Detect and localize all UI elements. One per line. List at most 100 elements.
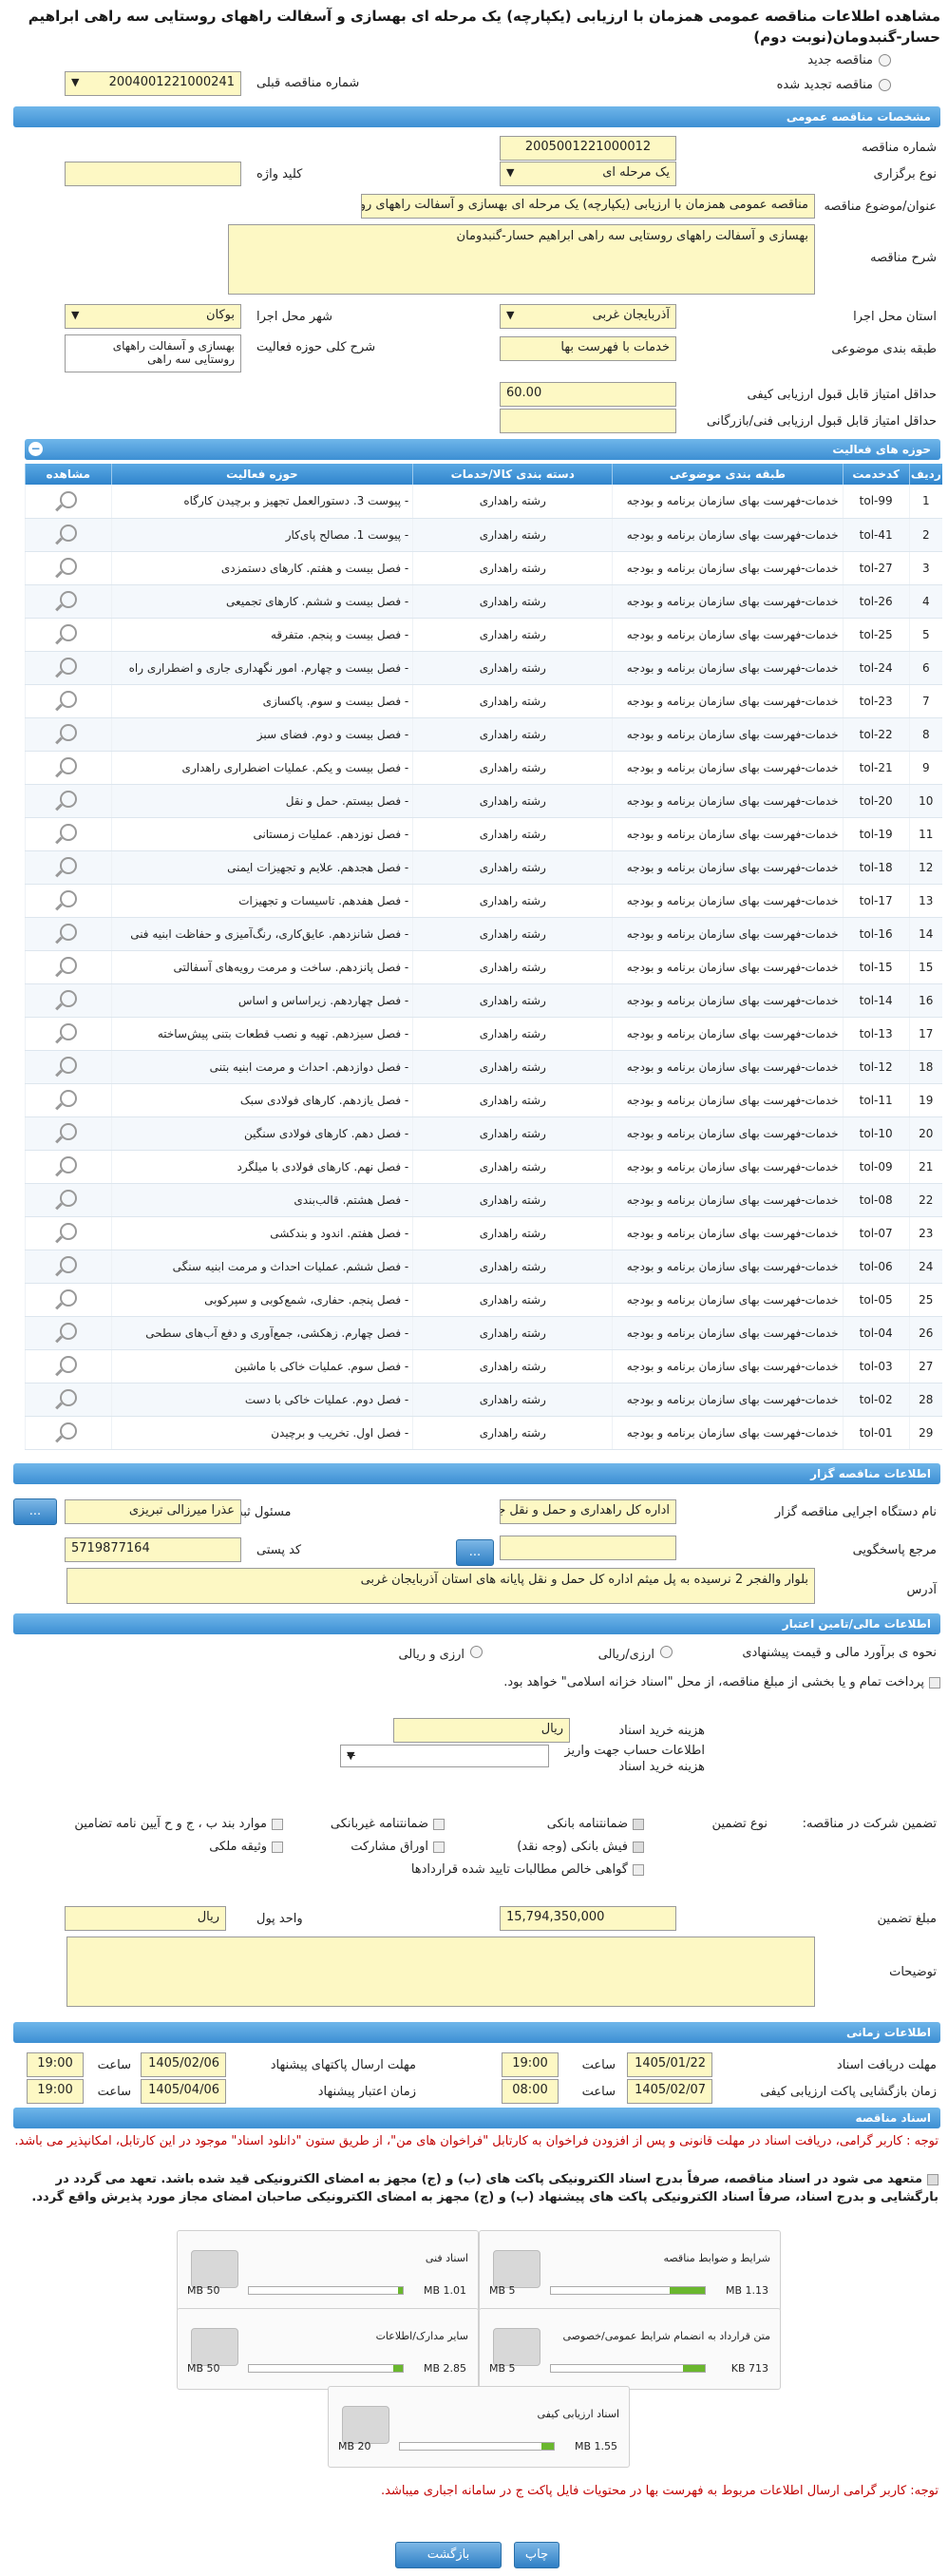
currency-field[interactable]: ریال — [65, 1906, 226, 1931]
magnifier-icon[interactable] — [59, 1422, 77, 1440]
open-time-field[interactable]: 08:00 — [502, 2079, 559, 2104]
postal-field[interactable]: 5719877164 — [65, 1537, 241, 1562]
guarantee-nonbank[interactable]: ضمانتنامه غیربانکی — [331, 1817, 445, 1831]
magnifier-icon[interactable] — [59, 1057, 77, 1074]
document-file-tile[interactable]: اسناد ارزیابی کیفی 1.55 MB 20 MB — [328, 2386, 630, 2468]
send-date-field[interactable]: 1405/02/06 — [141, 2052, 226, 2077]
magnifier-icon[interactable] — [59, 558, 77, 575]
guarantee-property[interactable]: وثیقه ملکی — [209, 1840, 283, 1854]
radio-circle[interactable] — [470, 1646, 483, 1658]
checkbox[interactable] — [272, 1818, 283, 1830]
magnifier-icon[interactable] — [59, 591, 77, 608]
back-button[interactable]: بازگشت — [395, 2542, 502, 2568]
collapse-icon[interactable]: − — [28, 442, 43, 456]
magnifier-icon[interactable] — [59, 990, 77, 1007]
magnifier-icon[interactable] — [59, 791, 77, 808]
magnifier-icon[interactable] — [59, 1356, 77, 1373]
officer-field[interactable]: عذرا میرزالی تبریزی — [65, 1499, 241, 1524]
document-file-tile[interactable]: متن قرارداد به انضمام شرایط عمومی/خصوصی 7… — [479, 2308, 781, 2390]
acct-select[interactable]: -- ▼ — [340, 1745, 549, 1767]
magnifier-icon[interactable] — [59, 1256, 77, 1273]
checkbox[interactable] — [633, 1863, 644, 1876]
magnifier-icon[interactable] — [59, 824, 77, 841]
checkbox[interactable] — [633, 1818, 644, 1830]
magnifier-icon[interactable] — [59, 1289, 77, 1307]
open-date-field[interactable]: 1405/02/07 — [627, 2079, 712, 2104]
file-progress-fill — [683, 2365, 705, 2372]
checkbox[interactable] — [927, 2173, 939, 2185]
col-class: طبقه بندی موضوعی — [612, 464, 844, 485]
min-quality-field[interactable]: 60.00 — [500, 382, 676, 407]
treasury-checkbox[interactable]: پرداخت تمام و یا بخشی از مبلغ مناقصه، از… — [28, 1674, 940, 1691]
radio-new-tender[interactable]: مناقصه جدید — [807, 48, 948, 72]
document-file-tile[interactable]: شرایط و ضوابط مناقصه 1.13 MB 5 MB — [479, 2230, 781, 2312]
guarantee-bonds[interactable]: اوراق مشارکت — [351, 1840, 445, 1854]
category-field[interactable]: خدمات با فهرست بها — [500, 336, 676, 361]
magnifier-icon[interactable] — [59, 525, 77, 542]
magnifier-icon[interactable] — [59, 1023, 77, 1040]
radio-renewed-tender[interactable]: مناقصه تجدید شده — [777, 72, 948, 97]
description-field[interactable]: بهسازی و آسفالت راههای روستایی سه راهی ا… — [228, 224, 815, 295]
magnifier-icon[interactable] — [59, 924, 77, 941]
min-tech-field[interactable] — [500, 409, 676, 433]
city-select[interactable]: بوکان ▼ — [65, 304, 241, 329]
magnifier-icon[interactable] — [59, 1156, 77, 1174]
amount-field[interactable]: 15,794,350,000 — [500, 1906, 676, 1931]
prev-number-select[interactable]: 2004001221000241 ▼ — [65, 71, 241, 96]
guarantee-bank[interactable]: ضمانتنامه بانکی — [547, 1817, 644, 1831]
valid-time-field[interactable]: 19:00 — [27, 2079, 84, 2104]
document-file-tile[interactable]: اسناد فنی 1.01 MB 50 MB — [177, 2230, 479, 2312]
receive-date-field[interactable]: 1405/01/22 — [627, 2052, 712, 2077]
guarantee-cash[interactable]: فیش بانکی (وجه نقد) — [517, 1840, 644, 1854]
radio-circle[interactable] — [660, 1646, 673, 1658]
magnifier-icon[interactable] — [59, 1090, 77, 1107]
radio-circle[interactable] — [879, 53, 891, 67]
org-field[interactable]: اداره کل راهداری و حمل و نقل جاده ای — [500, 1499, 676, 1524]
magnifier-icon[interactable] — [59, 857, 77, 874]
guarantee-other[interactable]: موارد بند ب ، ج و ح آیین نامه تضامین — [74, 1817, 283, 1831]
magnifier-icon[interactable] — [59, 490, 77, 508]
row-code: tol-24 — [842, 651, 910, 685]
subject-field[interactable]: مناقصه عمومی همزمان با ارزیابی (یکپارچه)… — [361, 194, 815, 219]
checkbox[interactable] — [433, 1818, 445, 1830]
magnifier-icon[interactable] — [59, 890, 77, 907]
document-file-tile[interactable]: سایر مدارک/اطلاعات 2.85 MB 50 MB — [177, 2308, 479, 2390]
ref-field[interactable] — [500, 1536, 676, 1560]
checkbox[interactable] — [633, 1841, 644, 1853]
magnifier-icon[interactable] — [59, 691, 77, 708]
send-time-field[interactable]: 19:00 — [27, 2052, 84, 2077]
valid-date-field[interactable]: 1405/04/06 — [141, 2079, 226, 2104]
row-view-cell — [25, 551, 112, 585]
radio-circle[interactable] — [879, 78, 891, 91]
doc-fee-field[interactable]: ریال — [393, 1718, 570, 1743]
estimate-option-2[interactable]: ارزی و ریالی — [398, 1646, 483, 1662]
print-button[interactable]: چاپ — [514, 2542, 559, 2568]
checkbox[interactable] — [929, 1676, 940, 1689]
magnifier-icon[interactable] — [59, 1389, 77, 1406]
row-index: 3 — [908, 551, 942, 585]
receive-time-field[interactable]: 19:00 — [502, 2052, 559, 2077]
magnifier-icon[interactable] — [59, 658, 77, 675]
address-field[interactable]: بلوار والفجر 2 نرسیده به پل میثم اداره ک… — [66, 1568, 815, 1604]
tender-number-field[interactable]: 2005001221000012 — [500, 136, 676, 161]
ref-lookup-button[interactable]: ... — [456, 1539, 494, 1566]
file-progress-fill — [398, 2287, 403, 2294]
province-select[interactable]: آذربایجان غربی ▼ — [500, 304, 676, 329]
keyword-field[interactable] — [65, 162, 241, 186]
magnifier-icon[interactable] — [59, 1123, 77, 1140]
magnifier-icon[interactable] — [59, 1190, 77, 1207]
magnifier-icon[interactable] — [59, 624, 77, 641]
type-select[interactable]: یک مرحله ای ▼ — [500, 162, 676, 186]
scope-list[interactable]: بهسازی و آسفالت راههای روستایی سه راهی — [65, 334, 241, 372]
guarantee-claims[interactable]: گواهی خالص مطالبات تایید شده قراردادها — [411, 1862, 644, 1877]
magnifier-icon[interactable] — [59, 757, 77, 774]
magnifier-icon[interactable] — [59, 957, 77, 974]
magnifier-icon[interactable] — [59, 1223, 77, 1240]
finance-desc-field[interactable] — [66, 1937, 815, 2007]
checkbox[interactable] — [433, 1841, 445, 1853]
magnifier-icon[interactable] — [59, 724, 77, 741]
checkbox[interactable] — [272, 1841, 283, 1853]
magnifier-icon[interactable] — [59, 1323, 77, 1340]
officer-lookup-button[interactable]: ... — [13, 1498, 57, 1525]
estimate-option-1[interactable]: ارزی/ریالی — [598, 1646, 673, 1662]
